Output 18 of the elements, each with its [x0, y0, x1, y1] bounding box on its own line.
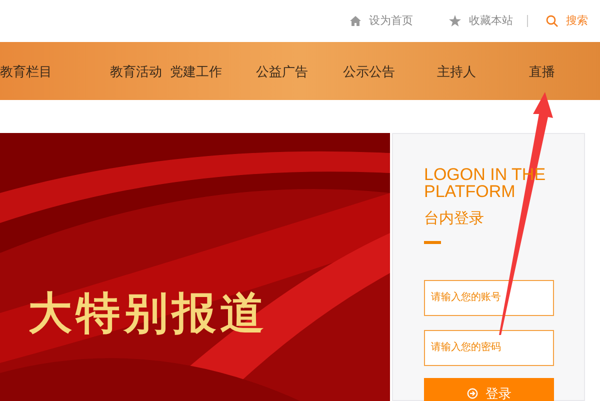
search-icon: [546, 15, 558, 27]
arrow-circle-icon: [466, 388, 478, 399]
nav-link[interactable]: 教育活动: [110, 62, 162, 82]
nav-link[interactable]: 教育栏目: [0, 62, 52, 82]
star-icon: [449, 15, 461, 27]
input-field[interactable]: 请输入您的密码: [424, 330, 554, 366]
homepage-link[interactable]: 设为首页: [350, 12, 413, 30]
login-subtitle: 台内登录: [424, 209, 485, 229]
home-icon: [350, 16, 361, 26]
nav-link[interactable]: 直播: [529, 62, 555, 82]
nav-link[interactable]: 公益广告: [256, 62, 308, 82]
accent-bar: [424, 240, 441, 244]
banner-title: 大特别报道: [28, 287, 268, 341]
input-field[interactable]: 请输入您的账号: [424, 280, 554, 316]
nav-link[interactable]: 党建工作: [170, 62, 222, 82]
nav-link[interactable]: 公示公告: [343, 62, 395, 82]
nav-link[interactable]: 主持人: [437, 62, 476, 82]
bookmark-link[interactable]: 收藏本站: [449, 12, 513, 30]
